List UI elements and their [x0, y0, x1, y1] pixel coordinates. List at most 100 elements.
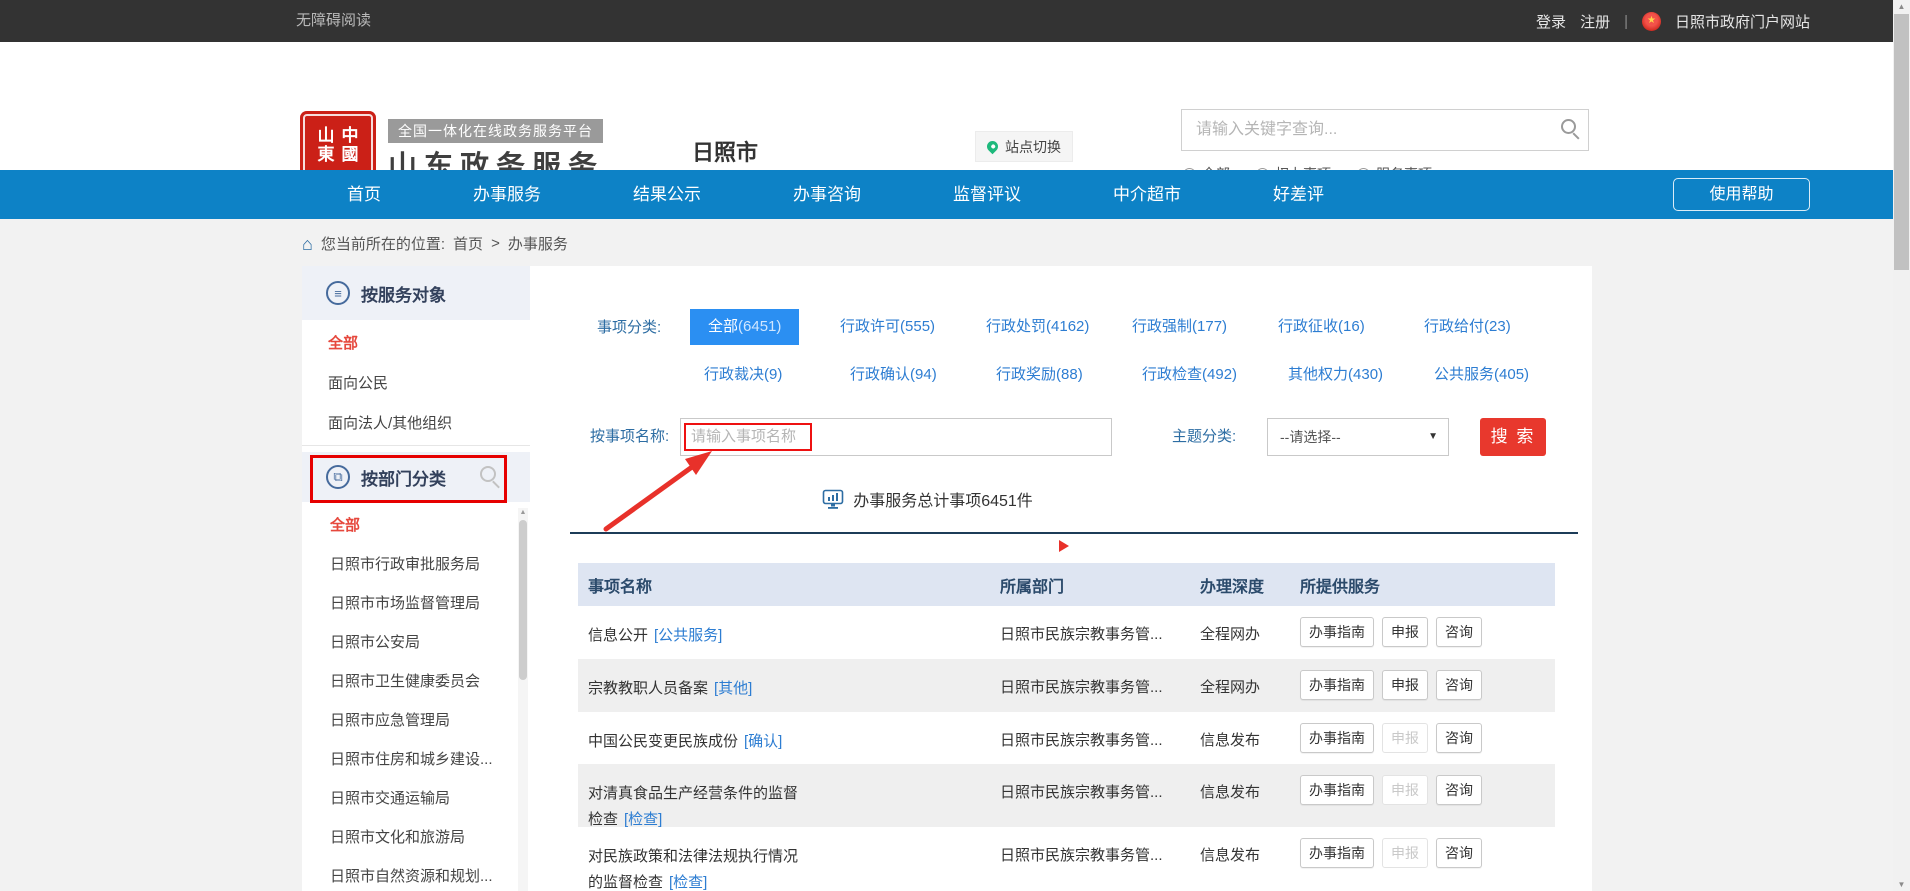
tab-count: 492: [1202, 366, 1237, 383]
item-name-cell: 对民族政策和法律法规执行情况的监督检查[检查]: [578, 827, 990, 891]
register-link[interactable]: 注册: [1580, 11, 1610, 32]
category-tab[interactable]: 行政许可555: [836, 309, 939, 345]
category-tab[interactable]: 行政给付23: [1420, 309, 1515, 345]
tab-count: 16: [1338, 318, 1365, 335]
category-tab[interactable]: 公共服务405: [1430, 360, 1533, 390]
category-tab[interactable]: 行政裁决9: [700, 360, 786, 390]
consult-button[interactable]: 咨询: [1436, 838, 1482, 868]
nav-item-results[interactable]: 结果公示: [633, 170, 701, 219]
nav-item-services[interactable]: 办事服务: [473, 170, 541, 219]
search-icon[interactable]: [1561, 119, 1576, 134]
category-tab[interactable]: 行政检查492: [1138, 360, 1241, 390]
sidebar-scrollbar[interactable]: ▲: [518, 508, 528, 891]
nav-item-supervision[interactable]: 监督评议: [953, 170, 1021, 219]
item-name-link[interactable]: 信息公开: [588, 627, 648, 644]
item-tag-link[interactable]: [确认]: [744, 733, 782, 750]
national-emblem-icon: ★: [1642, 12, 1661, 31]
tab-label: 其他权力: [1288, 366, 1348, 383]
category-tab[interactable]: 行政征收16: [1274, 309, 1369, 345]
scrollbar-thumb[interactable]: [1894, 14, 1909, 270]
category-tab-all[interactable]: 全部6451: [690, 309, 799, 345]
consult-button[interactable]: 咨询: [1436, 775, 1482, 805]
department-item[interactable]: 日照市应急管理局: [302, 701, 530, 740]
item-tag-link[interactable]: [检查]: [669, 874, 707, 891]
department-item[interactable]: 日照市住房和城乡建设...: [302, 740, 530, 779]
guide-button[interactable]: 办事指南: [1300, 723, 1374, 753]
guide-button[interactable]: 办事指南: [1300, 617, 1374, 647]
department-item[interactable]: 日照市自然资源和规划...: [302, 857, 530, 891]
search-button[interactable]: 搜 索: [1480, 418, 1546, 456]
tab-count: 405: [1494, 366, 1529, 383]
category-tab[interactable]: 行政奖励88: [992, 360, 1087, 390]
tab-label: 行政许可: [840, 318, 900, 335]
department-item[interactable]: 日照市卫生健康委员会: [302, 662, 530, 701]
col-header-depth: 办理深度: [1190, 573, 1290, 597]
department-item[interactable]: 日照市交通运输局: [302, 779, 530, 818]
nav-item-intermediary[interactable]: 中介超市: [1113, 170, 1181, 219]
breadcrumb-separator: >: [491, 235, 500, 252]
item-name-link[interactable]: 宗教教职人员备案: [588, 680, 708, 697]
col-header-name: 事项名称: [578, 573, 990, 597]
accessibility-link[interactable]: 无障碍阅读: [296, 0, 371, 42]
category-tabs-row1: 全部6451 行政许可555 行政处罚4162 行政强制177 行政征收16 行…: [690, 309, 1566, 345]
tab-label: 全部: [708, 318, 738, 335]
chevron-down-icon: ▼: [1428, 419, 1438, 455]
guide-button[interactable]: 办事指南: [1300, 775, 1374, 805]
login-link[interactable]: 登录: [1536, 11, 1566, 32]
item-tag-link[interactable]: [公共服务]: [654, 627, 722, 644]
consult-button[interactable]: 咨询: [1436, 617, 1482, 647]
item-name-label: 按事项名称:: [590, 418, 669, 456]
tab-label: 公共服务: [1434, 366, 1494, 383]
table-row: 中国公民变更民族成份[确认] 日照市民族宗教事务管... 信息发布 办事指南 申…: [578, 712, 1555, 764]
item-department: 日照市民族宗教事务管...: [990, 606, 1190, 659]
service-object-item-legal[interactable]: 面向法人/其他组织: [302, 404, 530, 444]
scroll-down-icon[interactable]: ▼: [1893, 880, 1910, 889]
category-tab[interactable]: 行政确认94: [846, 360, 941, 390]
table-row: 对清真食品生产经营条件的监督检查[检查] 日照市民族宗教事务管... 信息发布 …: [578, 764, 1555, 827]
nav-item-home[interactable]: 首页: [347, 170, 381, 219]
category-tab[interactable]: 行政强制177: [1128, 309, 1231, 345]
department-item[interactable]: 日照市公安局: [302, 623, 530, 662]
category-tab[interactable]: 其他权力430: [1284, 360, 1387, 390]
consult-button[interactable]: 咨询: [1436, 670, 1482, 700]
help-button[interactable]: 使用帮助: [1673, 178, 1810, 211]
item-tag-link[interactable]: [其他]: [714, 680, 752, 697]
annotation-box-department: [310, 455, 507, 503]
nav-item-consult[interactable]: 办事咨询: [793, 170, 861, 219]
nav-item-rating[interactable]: 好差评: [1273, 170, 1324, 219]
tab-label: 行政给付: [1424, 318, 1484, 335]
consult-button[interactable]: 咨询: [1436, 723, 1482, 753]
breadcrumb-current[interactable]: 办事服务: [508, 233, 568, 254]
item-name-link[interactable]: 对清真食品生产经营条件的监督检查: [588, 785, 798, 828]
topic-select-value: --请选择--: [1280, 419, 1341, 455]
apply-button[interactable]: 申报: [1382, 617, 1428, 647]
table-row: 信息公开[公共服务] 日照市民族宗教事务管... 全程网办 办事指南 申报 咨询: [578, 606, 1555, 659]
page-scrollbar[interactable]: ▲ ▼: [1893, 0, 1910, 891]
scroll-up-icon[interactable]: ▲: [1893, 2, 1910, 11]
apply-button-disabled: 申报: [1382, 838, 1428, 868]
portal-link[interactable]: 日照市政府门户网站: [1675, 11, 1810, 32]
topic-select[interactable]: --请选择-- ▼: [1267, 418, 1449, 456]
item-name-link[interactable]: 中国公民变更民族成份: [588, 733, 738, 750]
nav-items: 首页 办事服务 结果公示 办事咨询 监督评议 中介超市 好差评: [347, 170, 1324, 219]
category-tab[interactable]: 行政处罚4162: [982, 309, 1093, 345]
item-name-cell: 中国公民变更民族成份 [确认]: [578, 712, 990, 764]
breadcrumb-home-link[interactable]: 首页: [453, 233, 483, 254]
service-object-item-all[interactable]: 全部: [302, 324, 530, 364]
site-switch-button[interactable]: 站点切换: [975, 131, 1073, 162]
table-row: 对民族政策和法律法规执行情况的监督检查[检查] 日照市民族宗教事务管... 信息…: [578, 827, 1555, 891]
guide-button[interactable]: 办事指南: [1300, 670, 1374, 700]
apply-button-disabled: 申报: [1382, 775, 1428, 805]
topic-label: 主题分类:: [1172, 418, 1236, 456]
item-tag-link[interactable]: [检查]: [624, 811, 662, 828]
department-item[interactable]: 日照市市场监督管理局: [302, 584, 530, 623]
department-item[interactable]: 日照市行政审批服务局: [302, 545, 530, 584]
tab-count: 23: [1484, 318, 1511, 335]
service-object-item-citizen[interactable]: 面向公民: [302, 364, 530, 404]
apply-button[interactable]: 申报: [1382, 670, 1428, 700]
guide-button[interactable]: 办事指南: [1300, 838, 1374, 868]
scrollbar-thumb[interactable]: [519, 520, 527, 680]
keyword-search-input[interactable]: 请输入关键字查询...: [1181, 109, 1589, 151]
department-item[interactable]: 日照市文化和旅游局: [302, 818, 530, 857]
sidebar-header-service-object[interactable]: ≡ 按服务对象: [302, 266, 530, 320]
